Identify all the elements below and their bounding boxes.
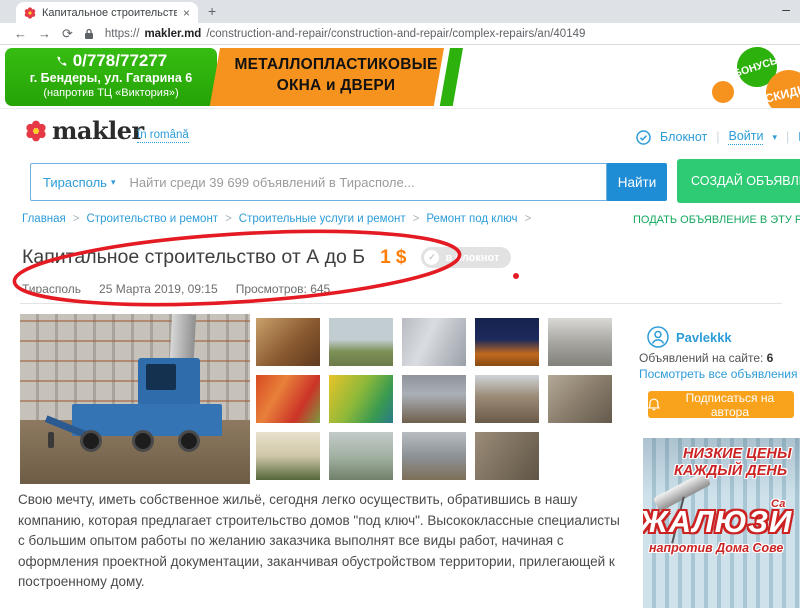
top-ad-banner[interactable]: 0/778/77277 г. Бендеры, ул. Гагарина 6 (…	[0, 46, 800, 109]
create-ad-button[interactable]: СОЗДАЙ ОБЪЯВЛЕН	[677, 159, 800, 203]
breadcrumb-link[interactable]: Строительство и ремонт	[87, 213, 219, 225]
login-caret-icon: ▾	[772, 132, 777, 143]
listing-description: Свою мечту, иметь собственное жильё, сег…	[18, 490, 624, 593]
add-to-notebook-button[interactable]: ✓ в блокнот	[421, 247, 511, 268]
gallery-thumbnail-demolition-rubble[interactable]	[548, 375, 612, 423]
author-avatar-icon	[647, 326, 669, 348]
annotation-dot	[513, 273, 519, 279]
notebook-badge-label: в блокнот	[445, 252, 499, 264]
gallery-thumbnail-basement-walls[interactable]	[402, 432, 466, 480]
ad-bottom-text: напротив Дома Сове	[649, 541, 783, 555]
author-name-link[interactable]: Pavlekkk	[676, 330, 732, 345]
price-label: 1 $	[380, 247, 406, 269]
gallery-thumbnail-colorful-kindergarten[interactable]	[256, 375, 320, 423]
gallery-thumbnail-polished-floor[interactable]	[402, 318, 466, 366]
notebook-link[interactable]: Блокнот	[660, 130, 707, 144]
ad-contact-block: 0/778/77277 г. Бендеры, ул. Гагарина 6 (…	[5, 48, 217, 106]
gallery-thumbnail-unfinished-brick-house[interactable]	[475, 375, 539, 423]
subscribe-button-label: Подписаться на автора	[666, 391, 794, 419]
listing-views: Просмотров: 645	[236, 282, 331, 296]
tab-title: Капитальное строительство от	[42, 7, 177, 19]
ad-phone-number: 0/778/77277	[73, 51, 168, 71]
gallery-thumbnail-theater-building[interactable]	[256, 432, 320, 480]
window-minimize-button[interactable]: –	[782, 1, 790, 17]
padlock-icon	[84, 28, 94, 40]
ad-big-text-jalousie: ЖАЛЮЗИ	[643, 504, 792, 540]
ad-line-every-day: КАЖДЫЙ ДЕНЬ	[674, 463, 787, 479]
breadcrumb-link[interactable]: Ремонт под ключ	[426, 213, 517, 225]
tab-close-icon[interactable]: ×	[183, 7, 190, 19]
header-separator: |	[786, 130, 789, 144]
ad-line-low-prices: НИЗКИЕ ЦЕНЫ	[683, 446, 791, 462]
search-bar[interactable]: Тирасполь ▾	[30, 163, 607, 201]
crane-wheel-graphic	[178, 430, 200, 452]
page-title: Капитальное строительство от А до Б	[22, 246, 365, 269]
url-host: makler.md	[144, 28, 201, 40]
crane-cab-graphic	[138, 358, 200, 406]
makler-logo-icon[interactable]	[25, 120, 47, 142]
gallery-thumbnail-fence-construction[interactable]	[329, 432, 393, 480]
breadcrumb-separator-icon: >	[413, 213, 420, 225]
thumbnail-grid	[256, 318, 612, 480]
browser-tab[interactable]: Капитальное строительство от ×	[16, 2, 198, 23]
post-in-category-link[interactable]: ПОДАТЬ ОБЪЯВЛЕНИЕ В ЭТУ РУБРИ	[633, 214, 800, 226]
divider	[20, 303, 782, 304]
search-button[interactable]: Найти	[607, 163, 667, 201]
bell-icon	[648, 398, 660, 411]
author-ads-label: Объявлений на сайте:	[639, 351, 767, 365]
ad-address: г. Бендеры, ул. Гагарина 6	[5, 71, 217, 87]
browser-toolbar: ← → ⟳ https:// makler.md/construction-and…	[0, 23, 800, 45]
ad-address-note: (напротив ТЦ «Виктория»)	[5, 87, 217, 100]
url-scheme: https://	[105, 28, 140, 40]
breadcrumb: Главная > Строительство и ремонт > Строитель…	[22, 213, 531, 225]
listing-city: Тирасполь	[22, 282, 81, 296]
back-icon[interactable]: ←	[14, 27, 27, 40]
language-switch-link[interactable]: în română	[137, 129, 189, 143]
gallery-thumbnail-concrete-mixer-yard[interactable]	[329, 318, 393, 366]
gallery-thumbnail-building-at-night[interactable]	[475, 318, 539, 366]
sidebar-ad-banner-jalousie[interactable]: НИЗКИЕ ЦЕНЫ КАЖДЫЙ ДЕНЬ Са ЖАЛЮЗИ напрот…	[643, 438, 800, 608]
gallery-thumbnail-interior-lobby[interactable]	[256, 318, 320, 366]
gallery-thumbnail-colorful-school[interactable]	[329, 375, 393, 423]
subscribe-author-button[interactable]: Подписаться на автора	[648, 391, 794, 418]
ad-product-line1: МЕТАЛЛОПЛАСТИКОВЫЕ	[228, 55, 444, 76]
city-selector[interactable]: Тирасполь	[43, 175, 107, 190]
new-tab-button[interactable]: +	[208, 3, 216, 19]
browser-tab-strip: Капитальное строительство от × + –	[0, 0, 800, 23]
orange-dot-decoration	[712, 81, 734, 103]
worker-figure-graphic	[48, 432, 54, 448]
crane-wheel-graphic	[80, 430, 102, 452]
forward-icon[interactable]: →	[38, 27, 51, 40]
breadcrumb-separator-icon: >	[73, 213, 80, 225]
author-ads-count: 6	[767, 351, 774, 365]
notebook-check-icon	[636, 130, 651, 145]
url-path: /construction-and-repair/construction-an…	[206, 28, 585, 40]
gallery-thumbnail-grey-building-construction[interactable]	[548, 318, 612, 366]
login-link[interactable]: Войти	[728, 129, 763, 145]
breadcrumb-separator-icon: >	[225, 213, 232, 225]
crane-wheel-graphic	[132, 430, 154, 452]
address-bar[interactable]: https:// makler.md/construction-and-repai…	[105, 28, 586, 40]
notebook-badge-check-icon: ✓	[424, 250, 439, 265]
breadcrumb-link[interactable]: Строительные услуги и ремонт	[239, 213, 406, 225]
reload-icon[interactable]: ⟳	[62, 27, 73, 40]
gallery-thumbnail-foundation-concrete-works[interactable]	[402, 375, 466, 423]
gallery-thumbnail-rebar-floor-slab[interactable]	[475, 432, 539, 480]
author-all-ads-link[interactable]: Посмотреть все объявления автора	[639, 367, 800, 381]
makler-logo-text[interactable]: makler	[52, 116, 144, 145]
search-input[interactable]	[129, 175, 594, 190]
header-separator: |	[716, 130, 719, 144]
ad-product-line2: ОКНА и ДВЕРИ	[228, 76, 444, 97]
breadcrumb-separator-icon: >	[525, 213, 532, 225]
makler-favicon-icon	[24, 7, 36, 19]
phone-icon	[55, 55, 68, 68]
breadcrumb-link[interactable]: Главная	[22, 213, 66, 225]
listing-date: 25 Марта 2019, 09:15	[99, 282, 218, 296]
gallery-main-photo-construction-crane[interactable]	[20, 314, 250, 484]
city-caret-icon: ▾	[111, 177, 116, 188]
